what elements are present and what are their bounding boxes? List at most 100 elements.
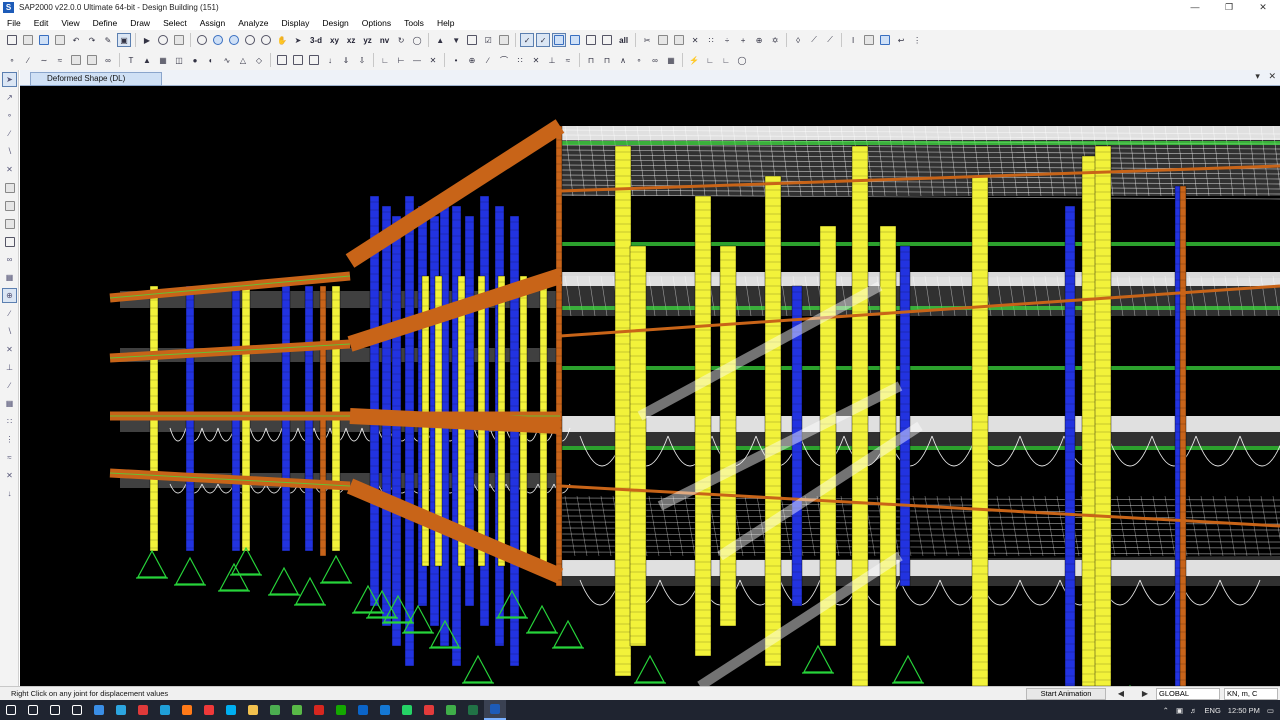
deformed-shape-canvas[interactable] (20, 86, 1280, 686)
menu-file[interactable]: File (0, 18, 27, 28)
reshape-icon[interactable]: ↗ (2, 90, 17, 105)
area-load-icon[interactable]: ⇩ (355, 53, 369, 67)
spring-icon[interactable]: ∿ (220, 53, 234, 67)
outlook-icon[interactable] (352, 700, 374, 720)
view-nv-button[interactable]: nv (377, 33, 392, 47)
dimension-icon[interactable]: ⊢ (394, 53, 408, 67)
portal-frame-icon[interactable]: ⊓ (584, 53, 598, 67)
solid-icon[interactable] (85, 53, 99, 67)
snap-cross-icon[interactable]: ✕ (2, 342, 17, 357)
frame-load-icon[interactable]: ⇓ (339, 53, 353, 67)
notification-icon[interactable]: ▭ (1267, 706, 1274, 715)
snap-ps-icon[interactable]: ≈ (2, 450, 17, 465)
display-options-icon[interactable] (862, 33, 876, 47)
zoom-out-icon[interactable] (227, 33, 241, 47)
menu-select[interactable]: Select (156, 18, 193, 28)
joint-icon[interactable]: ∘ (5, 53, 19, 67)
tab-close-icon[interactable]: ✕ (1268, 71, 1276, 81)
skype-icon[interactable] (220, 700, 242, 720)
minimize-icon[interactable]: — (1178, 0, 1212, 15)
draw-solid-icon[interactable] (2, 234, 17, 249)
perspective-icon[interactable]: ◯ (410, 33, 424, 47)
draw-rect-area-icon[interactable] (2, 198, 17, 213)
windows-start-icon[interactable] (0, 700, 22, 720)
quick-draw-area-icon[interactable] (2, 216, 17, 231)
section-cut-icon[interactable]: ▲ (140, 53, 154, 67)
model-viewport[interactable] (20, 86, 1280, 686)
snap-intersect-icon[interactable]: ✕ (529, 53, 543, 67)
volume-icon[interactable]: ♬ (1190, 706, 1198, 715)
snap-more-icon[interactable]: ↓ (2, 486, 17, 501)
check-icon[interactable]: ☑ (481, 33, 495, 47)
restore-icon[interactable]: ❐ (1212, 0, 1246, 15)
lock-model-icon[interactable] (172, 33, 186, 47)
whatsapp-icon[interactable] (396, 700, 418, 720)
menu-options[interactable]: Options (355, 18, 397, 28)
recorder-icon[interactable] (418, 700, 440, 720)
next-arrow-icon[interactable]: ▶ (1138, 688, 1152, 700)
show-deformed-icon[interactable]: ↩ (894, 33, 908, 47)
measure-icon[interactable]: — (410, 53, 424, 67)
network-icon[interactable]: ▣ (1176, 706, 1183, 715)
node-icon[interactable]: ∘ (632, 53, 646, 67)
acrobat-icon[interactable] (308, 700, 330, 720)
edit-icon[interactable]: ✎ (101, 33, 115, 47)
merge-icon[interactable]: + (736, 33, 750, 47)
menu-design[interactable]: Design (315, 18, 354, 28)
area-icon[interactable] (69, 53, 83, 67)
excel-icon[interactable] (462, 700, 484, 720)
select-pointer-icon[interactable]: ✓ (520, 33, 535, 47)
camtasia-icon[interactable] (440, 700, 462, 720)
link-element-icon[interactable]: ∞ (648, 53, 662, 67)
brace-icon[interactable]: ⟋ (823, 33, 837, 47)
draw-brace-icon[interactable]: ✕ (2, 162, 17, 177)
move-down-icon[interactable]: ▼ (449, 33, 463, 47)
tab-deformed-shape[interactable]: Deformed Shape (DL) (30, 72, 162, 86)
show-forces-icon[interactable] (878, 33, 892, 47)
menu-tools[interactable]: Tools (397, 18, 430, 28)
steel-design-icon[interactable]: ∟ (703, 53, 717, 67)
run-icon[interactable] (156, 33, 170, 47)
language-indicator[interactable]: ENG (1205, 706, 1221, 715)
print-icon[interactable] (53, 33, 67, 47)
menu-assign[interactable]: Assign (193, 18, 232, 28)
cable-icon[interactable]: ∼ (37, 53, 51, 67)
grid-view-icon[interactable] (465, 33, 479, 47)
cortana-icon[interactable] (44, 700, 66, 720)
snap-line-ext-icon[interactable]: ∕ (2, 378, 17, 393)
explorer-icon[interactable] (242, 700, 264, 720)
task-view-icon[interactable] (66, 700, 88, 720)
hinge-icon[interactable]: ● (188, 53, 202, 67)
coordinate-system-select[interactable]: GLOBAL (1156, 688, 1220, 700)
store-icon[interactable] (88, 700, 110, 720)
frame-icon[interactable]: ∕ (21, 53, 35, 67)
section-cut-draw-icon[interactable]: ▦ (2, 270, 17, 285)
clock[interactable]: 12:50 PM (1228, 706, 1260, 715)
lock-icon[interactable]: ▣ (117, 33, 131, 47)
greenshot-icon[interactable] (286, 700, 308, 720)
vivaldi-icon[interactable] (198, 700, 220, 720)
snap-perp-icon[interactable]: ⊥ (2, 360, 17, 375)
assign-icon[interactable]: ◫ (172, 53, 186, 67)
view-3d-button[interactable]: 3-d (307, 33, 325, 47)
snap-nearest-icon[interactable]: ≈ (561, 53, 575, 67)
replicate-icon[interactable]: ∷ (704, 33, 718, 47)
rotate-icon[interactable]: ↻ (394, 33, 408, 47)
design-icon[interactable]: ⚡ (687, 53, 701, 67)
search-icon[interactable] (22, 700, 44, 720)
zoom-prev-icon[interactable] (259, 33, 273, 47)
load-case-icon[interactable] (291, 53, 305, 67)
pan-icon[interactable]: ✋ (275, 33, 289, 47)
snap-center-icon[interactable]: ⊕ (465, 53, 479, 67)
chrome-icon[interactable] (264, 700, 286, 720)
sap2000-icon[interactable] (484, 700, 506, 720)
snap-mid-icon[interactable]: ∖ (2, 324, 17, 339)
constraint-icon[interactable]: ◇ (252, 53, 266, 67)
view-xz-button[interactable]: xz (344, 33, 358, 47)
snap-arc-icon[interactable]: ⌒ (497, 53, 511, 67)
snap-intersections-icon[interactable]: ✕ (2, 468, 17, 483)
snap-end-icon[interactable]: ∕ (2, 306, 17, 321)
save-icon[interactable] (37, 33, 51, 47)
open-icon[interactable] (21, 33, 35, 47)
zoom-fit-icon[interactable] (243, 33, 257, 47)
